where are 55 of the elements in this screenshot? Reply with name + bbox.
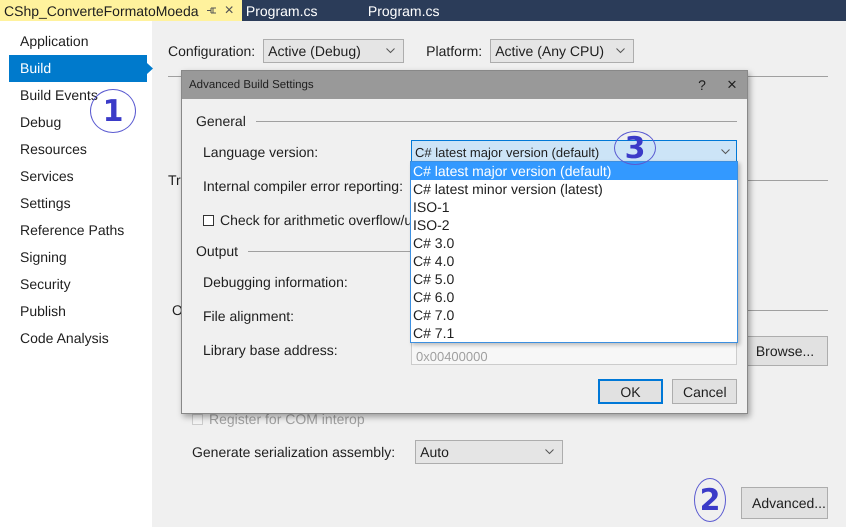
pin-icon[interactable] [206,6,217,15]
chevron-down-icon [616,48,626,54]
close-button[interactable]: × [717,75,747,95]
callout-number: 2 [694,478,726,522]
checkbox-label: Register for COM interop [209,411,365,427]
callout-number: 3 [614,131,656,165]
dropdown-option[interactable]: C# 4.0 [411,252,737,270]
sidebar-item[interactable]: Reference Paths [9,217,124,244]
document-tab[interactable]: Program.cs [242,0,364,21]
pointer-icon [147,63,153,74]
chevron-down-icon [545,449,554,455]
field-label: File alignment: [203,308,296,324]
chevron-down-icon [721,149,730,155]
field-label: Library base address: [203,342,339,358]
platform-label: Platform: [426,43,482,59]
dropdown-option[interactable]: C# 3.0 [411,234,737,252]
field-label: Language version: [203,144,320,160]
document-tab[interactable]: CShp_ConverteFormatoMoeda × [0,0,242,21]
checkbox-label: Check for arithmetic overflow/u [220,212,412,228]
checkbox[interactable] [203,214,214,226]
dialog-title: Advanced Build Settings [189,79,315,91]
configuration-label: Configuration: [168,43,256,59]
field-label: Internal compiler error reporting: [203,178,404,194]
dropdown-option[interactable]: C# 7.1 [411,324,737,342]
configuration-dropdown[interactable]: Active (Debug) [263,39,404,63]
field-label: Debugging information: [203,274,349,290]
sidebar-item[interactable]: Security [9,271,71,298]
advanced-button[interactable]: Advanced... [741,487,828,519]
sidebar-item[interactable]: Services [9,163,74,190]
sidebar-item[interactable]: Resources [9,136,87,163]
document-tab[interactable]: Program.cs [364,0,486,21]
dialog-button[interactable]: OK [598,379,663,404]
section-heading: Output [196,243,238,259]
close-icon[interactable]: × [224,2,234,20]
dialog-button[interactable]: Cancel [672,379,737,404]
sidebar-item[interactable]: Publish [9,298,66,325]
sidebar-item[interactable]: Signing [9,244,67,271]
help-button[interactable]: ? [687,77,717,93]
dropdown-option[interactable]: C# latest minor version (latest) [411,180,737,198]
dropdown-option[interactable]: C# 6.0 [411,288,737,306]
dropdown-option[interactable]: ISO-1 [411,198,737,216]
section-heading: General [196,113,246,129]
serialization-label: Generate serialization assembly: [192,444,396,460]
sidebar-item[interactable]: Code Analysis [9,325,109,352]
sidebar-item[interactable]: Debug [9,109,62,136]
sidebar-item[interactable]: Build Events [9,82,98,109]
sidebar-item[interactable]: Application [9,28,88,55]
dropdown-option[interactable]: ISO-2 [411,216,737,234]
dropdown-option[interactable]: C# 5.0 [411,270,737,288]
sidebar-item[interactable]: Settings [9,190,71,217]
section-heading: Tr [168,172,181,188]
platform-dropdown[interactable]: Active (Any CPU) [490,39,634,63]
dropdown-option[interactable]: C# 7.0 [411,306,737,324]
serialization-dropdown[interactable]: Auto [415,440,564,464]
chevron-down-icon [386,48,396,54]
